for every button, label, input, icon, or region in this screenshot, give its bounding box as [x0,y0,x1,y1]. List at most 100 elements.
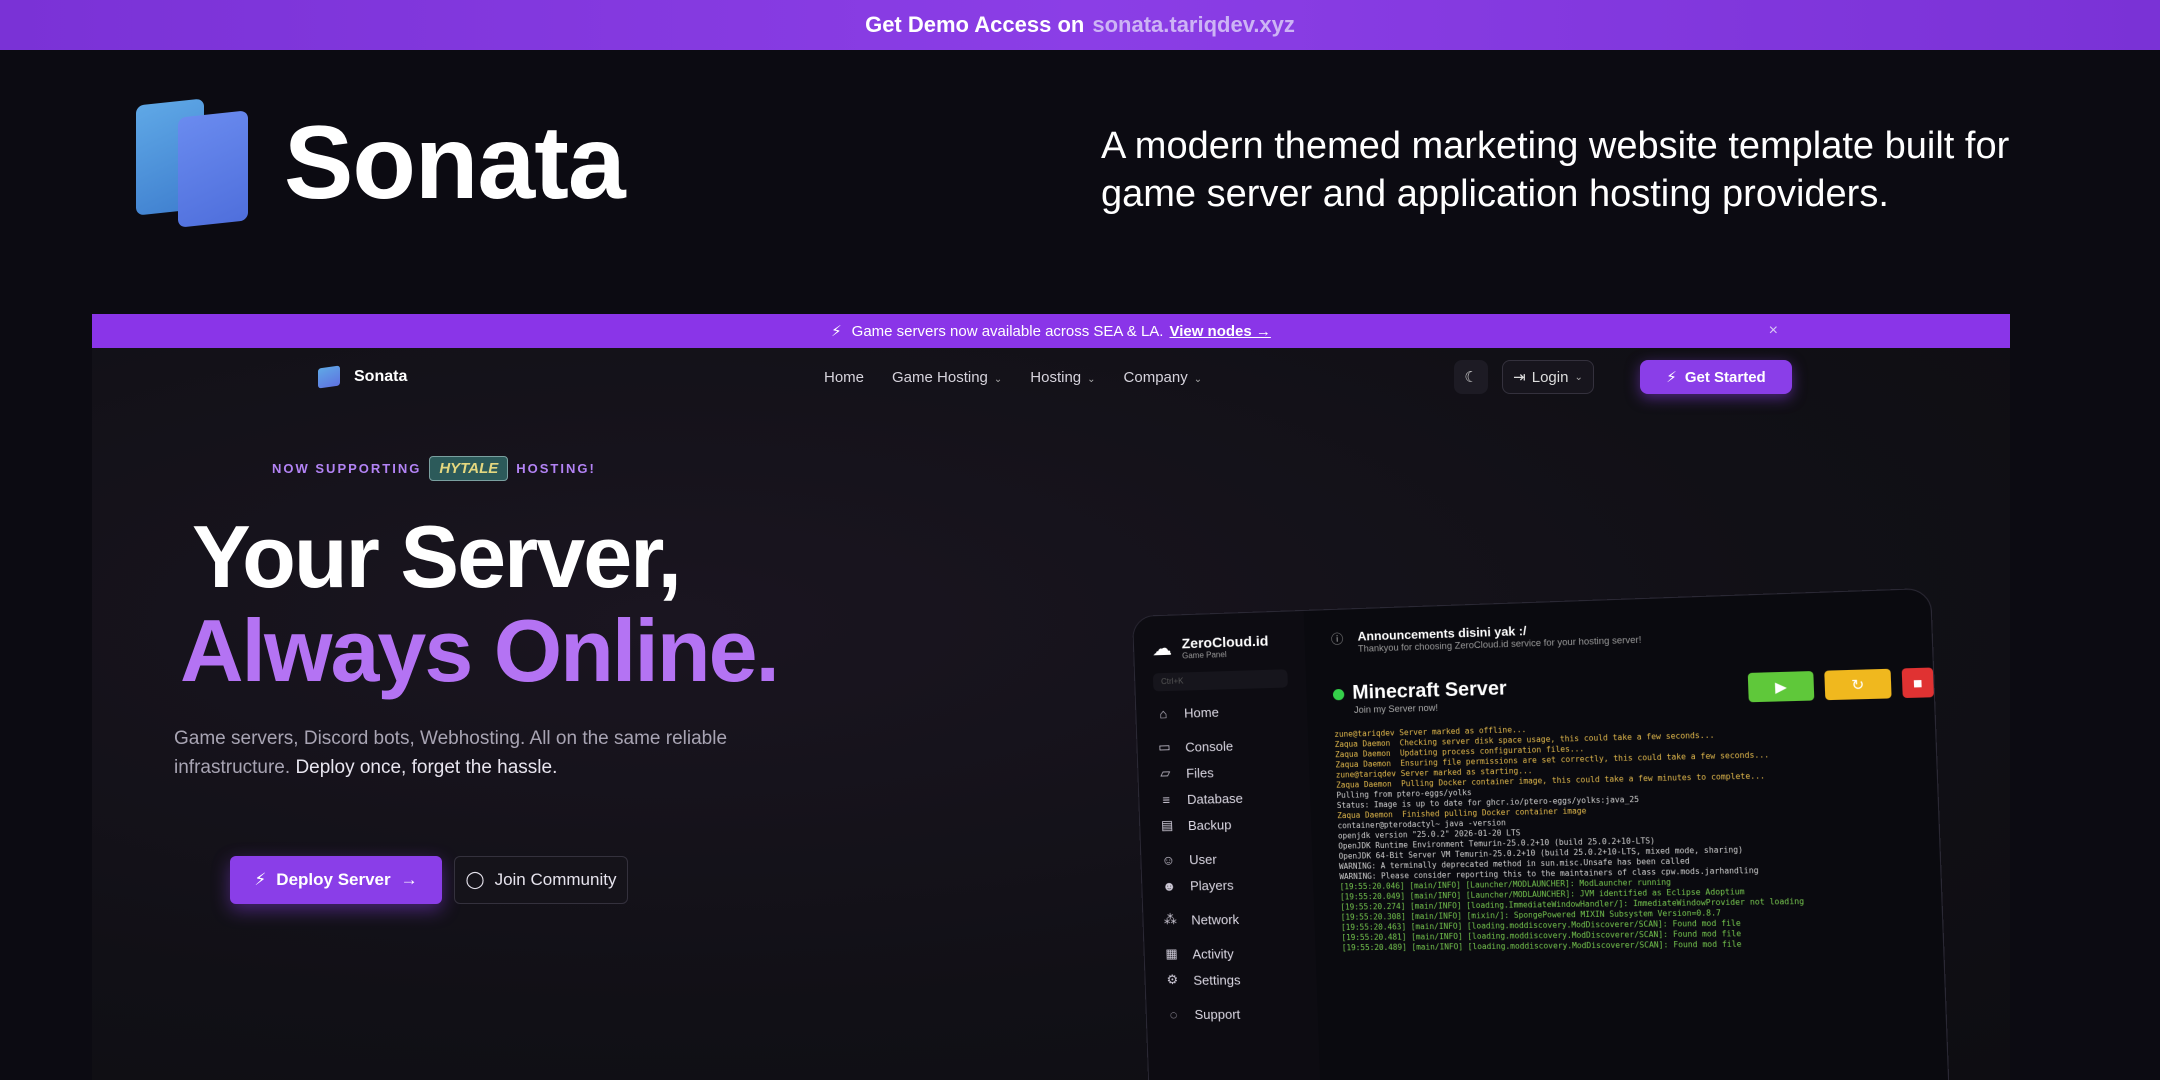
panel-menu-label: Console [1185,738,1234,755]
view-nodes-link[interactable]: View nodes → [1169,323,1270,340]
chat-bubble-icon: ◯ [465,870,485,889]
get-started-button[interactable]: ⚡ Get Started [1640,360,1792,394]
panel-menu-label: Home [1183,704,1220,721]
server-console[interactable]: zune@tariqdev Server marked as offline..… [1334,715,1925,954]
support-badge: NOW SUPPORTING HYTALE HOSTING! [272,456,596,481]
status-online-icon [1332,688,1345,700]
bolt-icon: ⚡ [1666,369,1677,386]
panel-menu-label: Players [1189,877,1234,893]
panel-menu-label: Activity [1192,945,1234,962]
brand-name: Sonata [284,104,626,221]
panel-brand-sub: Game Panel [1181,649,1227,661]
hero-title: Your Server, Always Online. [180,507,780,698]
support-prefix: NOW SUPPORTING [272,461,422,476]
demo-link[interactable]: sonata.tariqdev.xyz [1092,12,1295,38]
demo-access-banner: Get Demo Access on sonata.tariqdev.xyz [0,0,2160,50]
panel-menu-support[interactable]: ◌ Support [1164,1001,1300,1026]
chevron-down-icon: ⌄ [1087,373,1096,385]
nav-item-hosting[interactable]: Hosting ⌄ [1030,369,1095,386]
hero-description: Game servers, Discord bots, Webhosting. … [174,724,734,782]
announcement-bar: ⚡ Game servers now available across SEA … [92,314,2010,348]
server-name: Minecraft Server [1352,677,1508,704]
panel-menu-label: User [1188,851,1217,867]
bolt-icon: ⚡ [254,870,267,889]
info-icon: ⓘ [1330,631,1344,647]
brand-header: Sonata [136,98,626,228]
nav-menu: Home Game Hosting ⌄ Hosting ⌄ Company ⌄ [824,369,1202,386]
support-suffix: HOSTING! [516,461,596,476]
panel-menu-label: Backup [1187,816,1232,833]
hero-desc-emphasis: Deploy once, forget the hassle. [295,757,558,778]
panel-menu-home[interactable]: ⌂ Home [1154,698,1289,726]
login-icon: ⇥ [1513,369,1526,386]
panel-menu-database[interactable]: ≡ Database [1157,785,1292,812]
join-label: Join Community [494,870,617,889]
stop-button[interactable]: ■ [1901,667,1934,699]
nav-item-label: Company [1123,368,1188,386]
panel-menu-backup[interactable]: ▤ Backup [1158,811,1293,838]
login-button[interactable]: ⇥ Login ⌄ [1502,360,1594,394]
join-community-button[interactable]: ◯ Join Community [454,856,628,904]
folder-icon: ▱ [1160,765,1171,781]
panel-menu-label: Database [1186,790,1244,807]
panel-menu-files[interactable]: ▱ Files [1156,758,1291,785]
nav-item-company[interactable]: Company ⌄ [1124,369,1203,386]
announcement-text: Game servers now available across SEA & … [851,322,1164,340]
panel-brand-name: ZeroCloud.id [1181,632,1269,652]
demo-banner-text: Get Demo Access on [865,12,1085,37]
panel-menu-label: Files [1185,764,1214,781]
panel-search-input[interactable]: Ctrl+K [1152,669,1288,692]
cloud-icon: ☁ [1151,637,1173,661]
panel-menu-settings[interactable]: ⚙ Settings [1163,967,1299,992]
sonata-logo-icon [136,98,248,228]
panel-menu-user[interactable]: ☺ User [1159,845,1294,871]
nav-item-label: Hosting [1030,368,1082,386]
hytale-logo: HYTALE [429,456,509,481]
home-icon: ⌂ [1158,705,1168,721]
close-icon[interactable]: × [1769,322,1778,340]
nav-item-game-hosting[interactable]: Game Hosting ⌄ [892,369,1002,386]
nav-logo[interactable]: Sonata [318,365,408,389]
nav-item-label: Game Hosting [892,368,988,386]
user-icon: ☺ [1161,851,1176,868]
arrow-right-icon: → [400,870,418,889]
game-panel-mockup: ☁ ZeroCloud.id Game Panel Ctrl+K ⌂ Home ▭… [1132,587,1951,1080]
deploy-label: Deploy Server [276,870,391,889]
network-icon: ⁂ [1163,911,1178,927]
chevron-down-icon: ⌄ [1193,373,1203,385]
players-icon: ☻ [1162,878,1177,894]
support-icon: ◌ [1169,1006,1178,1022]
deploy-server-button[interactable]: ⚡ Deploy Server → [230,856,442,904]
panel-menu-label: Support [1194,1006,1241,1022]
nav-logo-text: Sonata [354,368,408,385]
moon-icon: ☾ [1464,369,1478,386]
start-button[interactable]: ▶ [1747,671,1815,703]
panel-menu-label: Network [1191,911,1240,928]
sonata-mini-logo-icon [318,365,340,389]
panel-sidebar: ☁ ZeroCloud.id Game Panel Ctrl+K ⌂ Home ▭… [1133,610,1321,1080]
panel-menu-players[interactable]: ☻ Players [1160,872,1295,898]
tagline: A modern themed marketing website templa… [1101,125,2010,215]
website-preview: ⚡ Game servers now available across SEA … [92,314,2010,1080]
activity-icon: ▦ [1165,945,1178,961]
panel-menu-console[interactable]: ▭ Console [1155,732,1290,760]
panel-main: ⓘ Announcements disini yak :/ Thankyou f… [1314,589,1949,1080]
chevron-down-icon: ⌄ [1574,371,1583,383]
login-label: Login [1531,368,1569,386]
nav-item-home[interactable]: Home [824,369,864,386]
theme-toggle-button[interactable]: ☾ [1454,360,1488,394]
panel-menu-activity[interactable]: ▦ Activity [1162,941,1297,966]
bolt-icon: ⚡ [831,323,842,340]
nav-item-label: Home [824,368,865,386]
backup-icon: ▤ [1160,817,1174,833]
panel-brand: ☁ ZeroCloud.id Game Panel [1152,632,1287,662]
site-navbar: Sonata Home Game Hosting ⌄ Hosting ⌄ Compa… [92,348,2010,406]
panel-announcement: ⓘ Announcements disini yak :/ Thankyou f… [1331,611,1914,655]
hero-title-line1: Your Server, [192,507,682,606]
panel-menu-network[interactable]: ⁂ Network [1161,906,1296,932]
server-controls: ▶ ↻ ■ [1747,667,1934,703]
restart-button[interactable]: ↻ [1824,668,1892,701]
terminal-icon: ▭ [1157,739,1171,755]
database-icon: ≡ [1162,791,1171,807]
get-started-label: Get Started [1684,368,1766,386]
